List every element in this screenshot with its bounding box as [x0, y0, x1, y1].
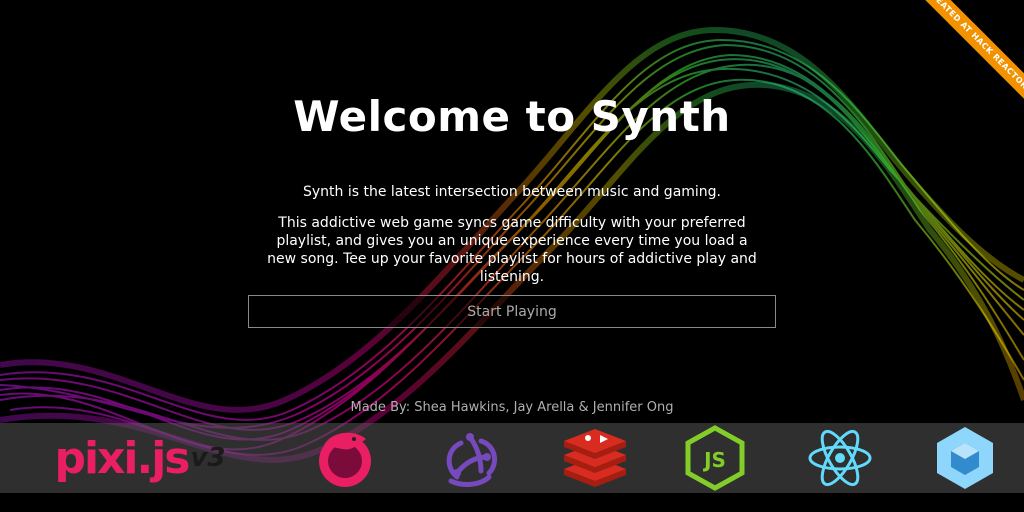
start-playing-button[interactable]: Start Playing — [248, 295, 776, 328]
description-text: This addictive web game syncs game diffi… — [267, 215, 757, 285]
tagline-text: Synth is the latest intersection between… — [302, 184, 722, 200]
pixi-logo-name: pixi.js — [54, 432, 190, 484]
nodejs-logo: JS — [675, 423, 755, 493]
redis-logo — [555, 423, 635, 493]
page-title: Welcome to Synth — [293, 92, 731, 141]
react-logo — [800, 423, 880, 493]
ribbon-label: CREATED AT HACK REACTOR — [910, 0, 1024, 106]
redux-logo — [430, 423, 510, 493]
nodejs-icon: JS — [685, 425, 745, 491]
react-icon — [808, 429, 872, 487]
credits-text: Made By: Shea Hawkins, Jay Arella & Jenn… — [350, 400, 674, 415]
webpack-icon — [937, 427, 993, 489]
redux-icon — [446, 433, 498, 487]
svg-text:JS: JS — [702, 448, 726, 472]
redis-icon — [564, 429, 626, 487]
webpack-logo — [925, 423, 1005, 493]
pixi-logo-version: v3 — [190, 443, 226, 473]
rxjs-icon — [319, 432, 371, 487]
rxjs-logo — [305, 423, 385, 493]
pixi-js-logo: pixi.js v3 — [40, 423, 240, 493]
technology-logos-bar: pixi.js v3 JS — [0, 423, 1024, 493]
